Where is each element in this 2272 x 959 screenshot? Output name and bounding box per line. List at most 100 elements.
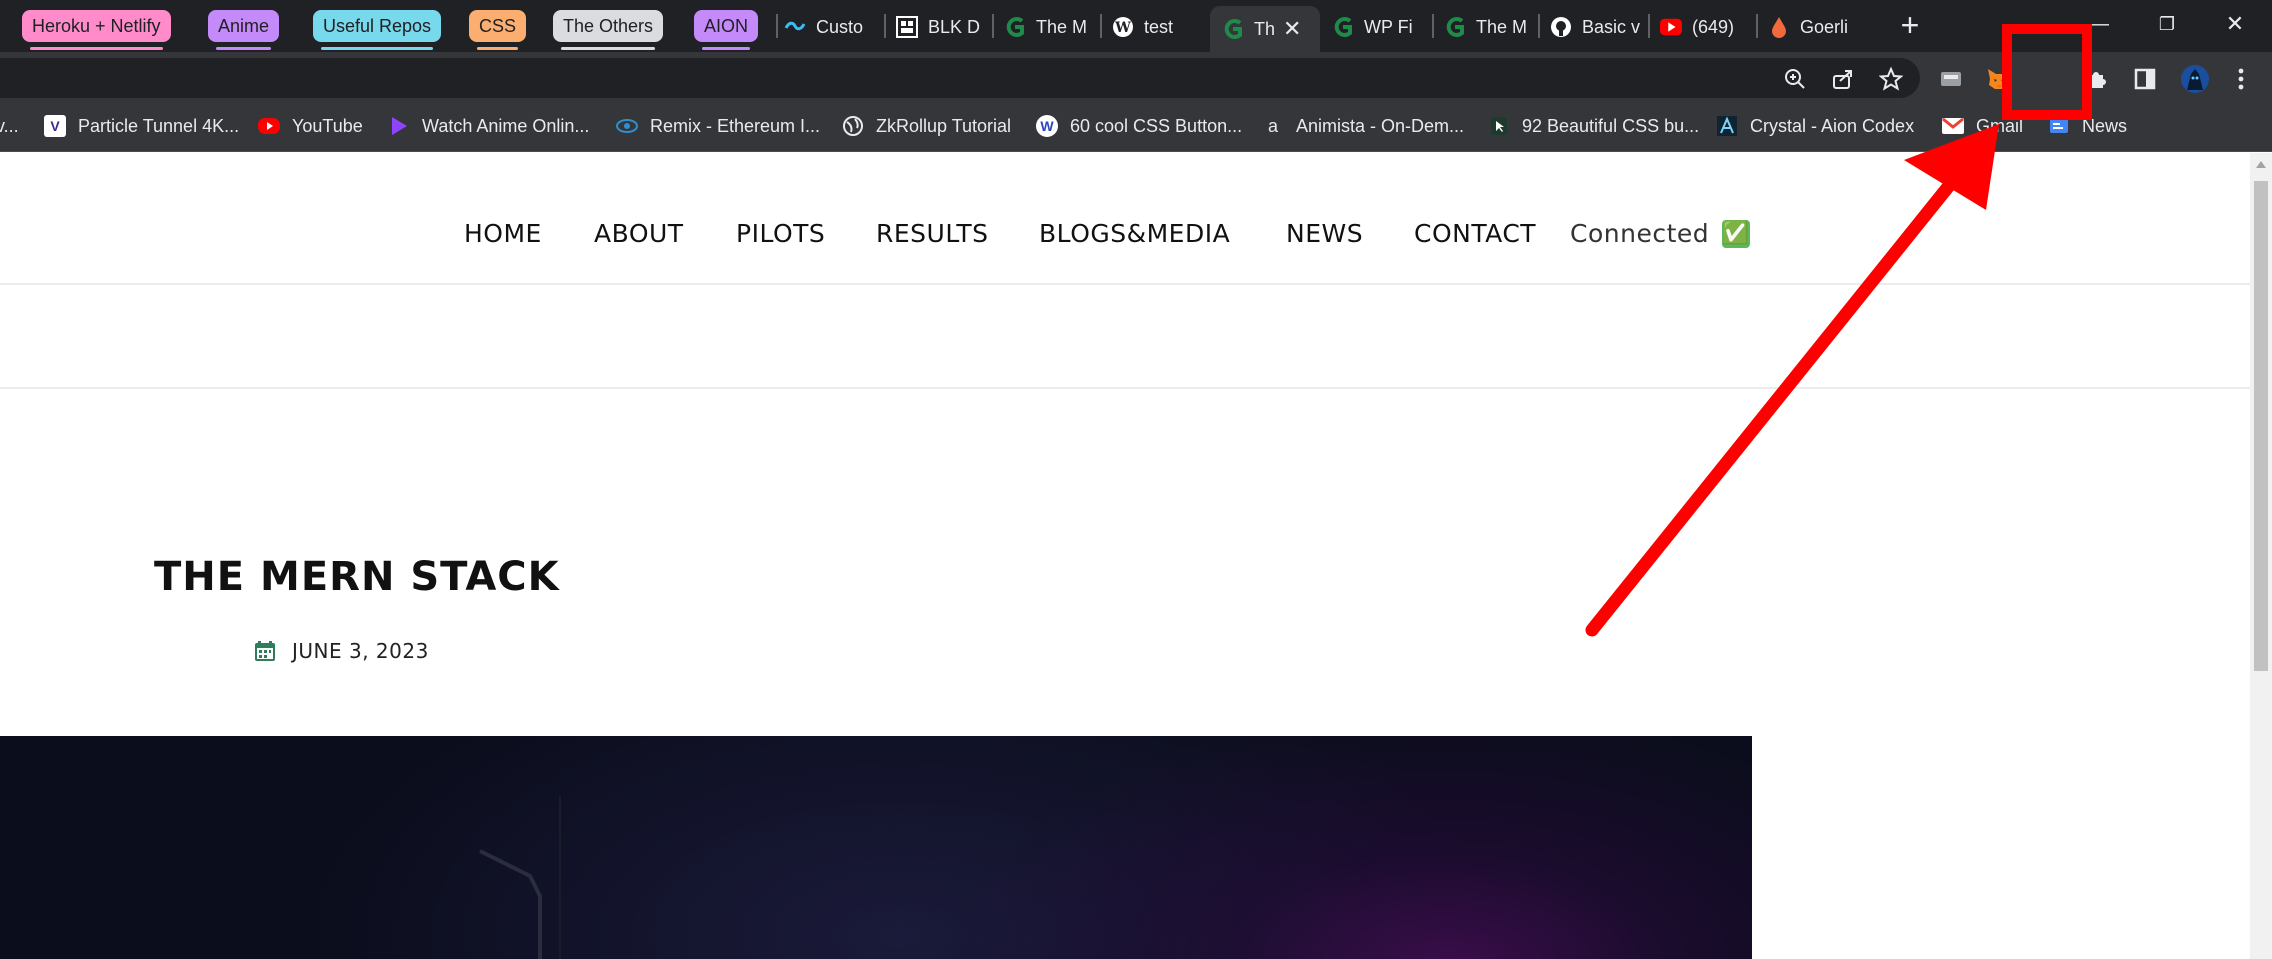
tab-the-m-2[interactable]: The M xyxy=(1444,6,1534,48)
extension-generic-icon[interactable] xyxy=(1936,64,1966,94)
side-panel-icon[interactable] xyxy=(2130,64,2160,94)
zoom-icon[interactable] xyxy=(1780,64,1810,94)
nav-about[interactable]: ABOUT xyxy=(594,219,684,249)
tab-youtube[interactable]: (649) xyxy=(1660,6,1760,48)
bookmark-label: News xyxy=(2082,115,2128,136)
wallet-status: Connected ✅ xyxy=(1570,219,1750,249)
site-navbar: HOME ABOUT PILOTS RESULTS BLOGS&MEDIA NE… xyxy=(0,153,2250,285)
bookmark-zkrollup[interactable]: ZkRollup Tutorial xyxy=(842,112,1011,140)
star-icon[interactable] xyxy=(1876,64,1906,94)
scroll-up-arrow-icon[interactable] xyxy=(2256,161,2266,168)
bookmark-watch-anime[interactable]: Watch Anime Onlin... xyxy=(388,112,589,140)
blk-grid-icon xyxy=(896,16,918,38)
youtube-icon xyxy=(1660,16,1682,38)
share-icon[interactable] xyxy=(1828,64,1858,94)
nav-contact[interactable]: CONTACT xyxy=(1414,219,1536,249)
address-bar[interactable] xyxy=(0,58,1920,98)
new-tab-button[interactable]: + xyxy=(1892,8,1928,44)
tab-label: BLK D xyxy=(928,16,981,37)
bookmark-label: Gmail xyxy=(1976,115,2024,136)
tailwind-icon xyxy=(784,16,806,38)
close-tab-icon[interactable]: ✕ xyxy=(1283,16,1301,42)
tab-separator xyxy=(1100,14,1102,38)
ghost-g-icon xyxy=(1332,16,1354,38)
nav-results[interactable]: RESULTS xyxy=(876,219,988,249)
tab-goerli[interactable]: Goerli xyxy=(1768,6,1858,48)
tab-active[interactable]: Th ✕ xyxy=(1210,6,1320,52)
bookmark-css-buttons[interactable]: W 60 cool CSS Button... xyxy=(1036,112,1242,140)
minimize-window-button[interactable]: — xyxy=(2074,6,2124,42)
bookmark-youtube[interactable]: YouTube xyxy=(258,112,363,140)
tab-group-aion[interactable]: AION xyxy=(694,10,759,50)
wordpress-icon: W xyxy=(1112,16,1134,38)
calendar-icon xyxy=(255,641,275,661)
bookmark-particle-tunnel[interactable]: V Particle Tunnel 4K... xyxy=(44,112,239,140)
bookmark-remix[interactable]: Remix - Ethereum I... xyxy=(616,112,820,140)
bookmark-gmail[interactable]: Gmail xyxy=(1942,112,2023,140)
tab-label: Th xyxy=(1254,18,1276,39)
tab-group-anime[interactable]: Anime xyxy=(208,10,280,50)
nav-blogs-media[interactable]: BLOGS&MEDIA xyxy=(1039,219,1230,249)
tab-separator xyxy=(776,14,778,38)
tab-group-css[interactable]: CSS xyxy=(469,10,527,50)
vimeo-v-icon: V xyxy=(44,115,66,137)
bookmark-crystal-aion[interactable]: Crystal - Aion Codex xyxy=(1716,112,1914,140)
tab-search-chevron-icon[interactable]: ⌄ xyxy=(2008,6,2058,42)
tab-basic[interactable]: Basic v xyxy=(1550,6,1650,48)
browser-tab-strip: Heroku + Netlify Anime Useful Repos CSS … xyxy=(0,0,2272,52)
browser-toolbar xyxy=(0,52,2272,102)
post-title: THE MERN STACK xyxy=(154,554,560,600)
tab-label: Custo xyxy=(816,16,864,37)
nav-pilots[interactable]: PILOTS xyxy=(736,219,825,249)
aion-a-icon xyxy=(1716,115,1738,137)
play-triangle-icon xyxy=(388,115,410,137)
bookmark-label: Animista - On-Dem... xyxy=(1296,115,1465,136)
tab-label: Basic v xyxy=(1582,16,1641,37)
puzzle-extensions-icon[interactable] xyxy=(2082,64,2112,94)
tab-wp-fi[interactable]: WP Fi xyxy=(1332,6,1432,48)
tab-group-the-others[interactable]: The Others xyxy=(553,10,664,50)
bookmark-truncated[interactable]: v... xyxy=(0,112,19,140)
tab-blk[interactable]: BLK D xyxy=(896,6,986,48)
tab-label: The M xyxy=(1476,16,1528,37)
tab-group-heroku-netlify[interactable]: Heroku + Netlify xyxy=(22,10,171,50)
animista-a-icon: a xyxy=(1267,115,1278,136)
ghost-g-icon xyxy=(1222,18,1244,40)
nav-news[interactable]: NEWS xyxy=(1286,219,1363,249)
header-band xyxy=(0,287,2250,389)
tab-the-m[interactable]: The M xyxy=(1004,6,1094,48)
check-mark-icon: ✅ xyxy=(1721,220,1750,248)
bookmark-92-css[interactable]: 92 Beautiful CSS bu... xyxy=(1488,112,1699,140)
tab-label: WP Fi xyxy=(1364,16,1413,37)
tab-test[interactable]: W test xyxy=(1112,6,1212,48)
bookmark-animista[interactable]: a Animista - On-Dem... xyxy=(1262,112,1464,140)
bookmark-label: YouTube xyxy=(292,115,363,136)
profile-avatar-icon[interactable] xyxy=(2178,64,2212,94)
tab-custom[interactable]: Custo xyxy=(784,6,884,48)
metamask-fox-icon[interactable] xyxy=(1982,64,2016,94)
tab-group-useful-repos[interactable]: Useful Repos xyxy=(313,10,442,50)
tab-separator xyxy=(1538,14,1540,38)
bookmark-news[interactable]: News xyxy=(2048,112,2127,140)
scroll-thumb[interactable] xyxy=(2254,181,2268,671)
hero-image xyxy=(0,736,1752,959)
nav-home[interactable]: HOME xyxy=(464,219,542,249)
tab-label: Goerli xyxy=(1800,16,1849,37)
remix-icon xyxy=(616,115,638,137)
svg-text:W: W xyxy=(1114,20,1131,36)
restore-window-button[interactable]: ❐ xyxy=(2142,6,2192,42)
bookmark-label: 60 cool CSS Button... xyxy=(1070,115,1243,136)
bookmark-label: Crystal - Aion Codex xyxy=(1750,115,1915,136)
google-news-icon xyxy=(2048,115,2070,137)
tab-label: test xyxy=(1144,16,1174,37)
menu-kebab-icon[interactable] xyxy=(2226,64,2256,94)
hero-circuit-lines xyxy=(479,796,561,959)
close-window-button[interactable]: ✕ xyxy=(2210,6,2260,42)
w-logo-icon: W xyxy=(1036,115,1058,137)
tab-separator xyxy=(884,14,886,38)
page-scrollbar[interactable] xyxy=(2250,153,2272,959)
tab-separator xyxy=(1432,14,1434,38)
tab-separator xyxy=(992,14,994,38)
ghost-g-icon xyxy=(1444,16,1466,38)
post-date: JUNE 3, 2023 xyxy=(254,639,429,663)
